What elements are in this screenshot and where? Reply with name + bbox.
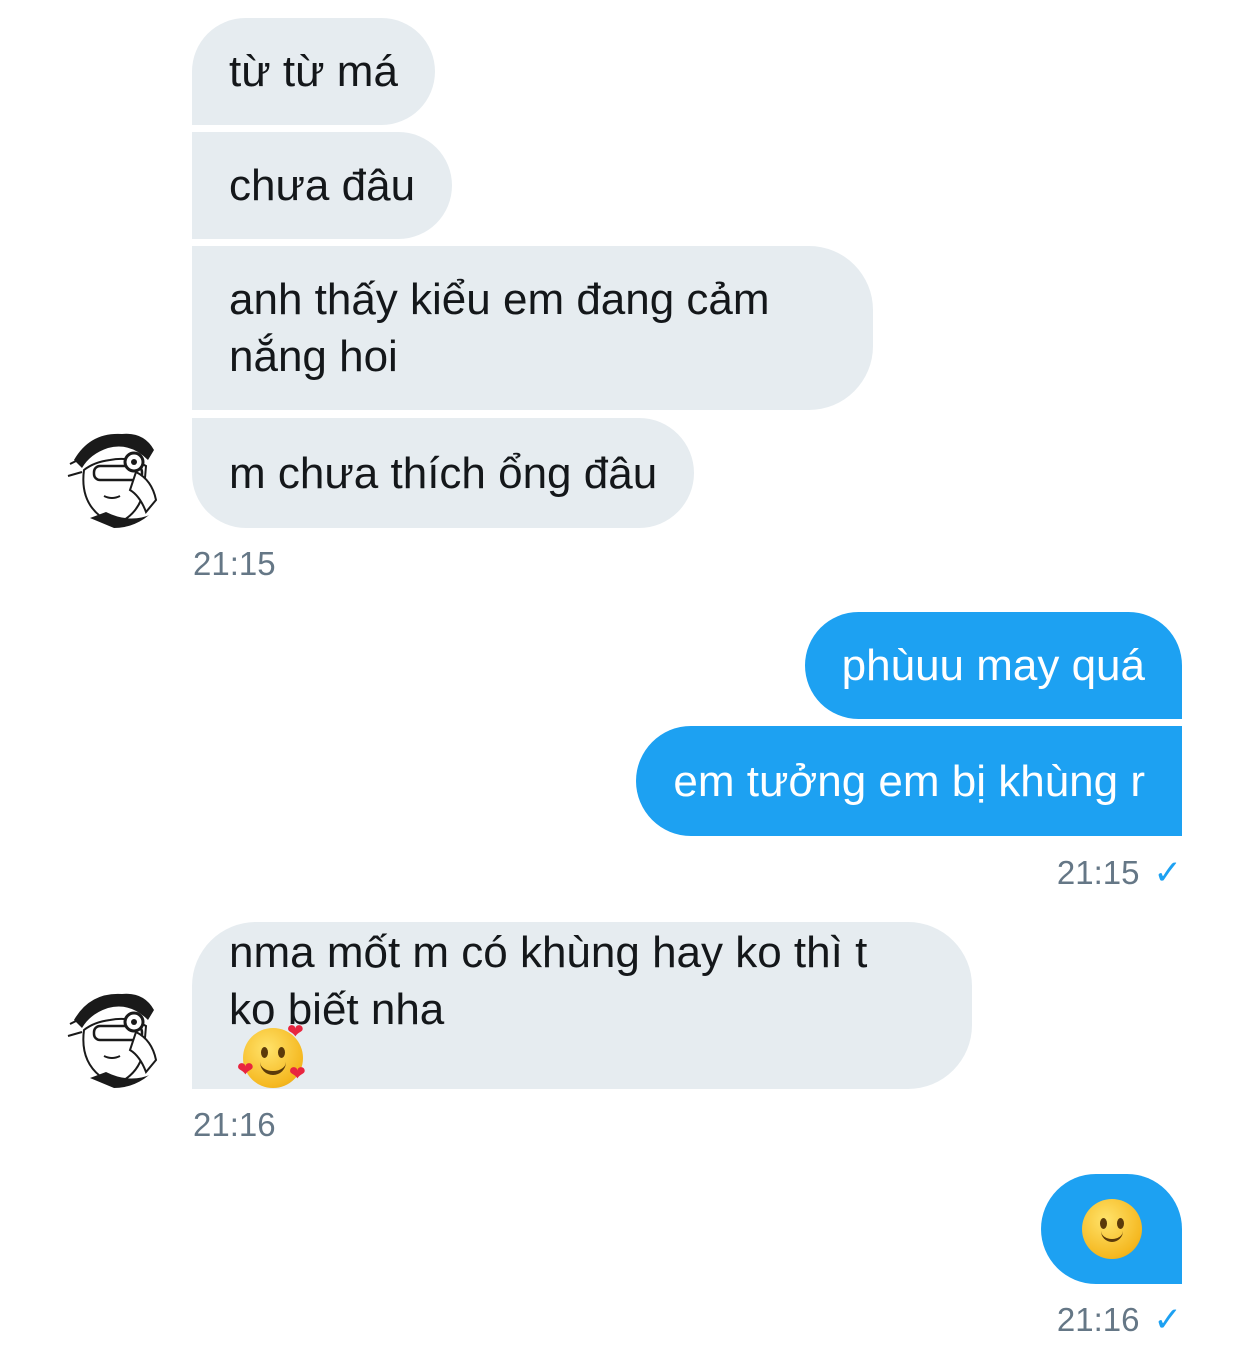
incoming-message[interactable]: từ từ má [192, 18, 435, 125]
outgoing-message[interactable]: phùuu may quá [804, 612, 1182, 719]
incoming-message[interactable]: anh thấy kiểu em đang cảm nắng hoi [192, 246, 873, 410]
timestamp: 21:16 [1056, 1301, 1140, 1338]
read-check-icon: ✓ [1153, 1301, 1183, 1339]
outgoing-message[interactable]: em tưởng em bị khùng r [636, 726, 1182, 836]
incoming-message[interactable]: nma mốt m có khùng hay ko thì t ko biết … [192, 922, 972, 1089]
timestamp: 21:16 [193, 1106, 276, 1143]
timestamp-row: 21:16 ✓ [1057, 1300, 1182, 1340]
message-text: em tưởng em bị khùng r [673, 756, 1145, 806]
message-text: từ từ má [229, 47, 398, 96]
slightly-smiling-face-icon [1081, 1199, 1142, 1259]
incoming-message[interactable]: m chưa thích ổng đâu [192, 418, 695, 528]
message-text: anh thấy kiểu em đang cảm nắng hoi [229, 275, 770, 381]
timestamp: 21:15 [193, 545, 276, 582]
message-text: nma mốt m có khùng hay ko thì t ko biết … [229, 924, 867, 1088]
smiling-face-with-hearts-icon: ❤ ❤ ❤ [237, 1022, 306, 1088]
message-text: chưa đâu [229, 161, 416, 210]
read-check-icon: ✓ [1153, 854, 1183, 892]
contact-avatar[interactable] [60, 980, 168, 1088]
contact-avatar[interactable] [60, 420, 168, 528]
avatar-illustration-icon [60, 420, 168, 528]
message-text: m chưa thích ổng đâu [229, 448, 658, 498]
timestamp-row: 21:15 ✓ [1057, 853, 1182, 893]
message-text: phùuu may quá [841, 641, 1145, 690]
incoming-message[interactable]: chưa đâu [192, 132, 453, 239]
avatar-illustration-icon [60, 980, 168, 1088]
conversation-thread: từ từ má chưa đâu anh thấy kiểu em đang … [0, 0, 1242, 1351]
timestamp: 21:15 [1056, 854, 1140, 891]
outgoing-message[interactable] [1041, 1174, 1182, 1284]
